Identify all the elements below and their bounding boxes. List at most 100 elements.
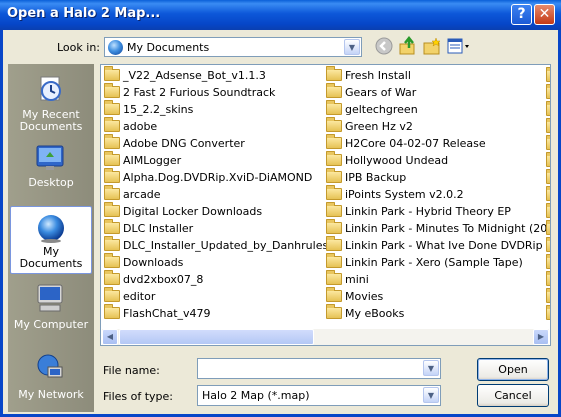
- folder-name: H2Core 04-02-07 Release: [345, 137, 486, 150]
- folder-item[interactable]: DLC Installer: [104, 219, 193, 237]
- folder-item[interactable]: _V22_Adsense_Bot_v1.1.3: [104, 66, 266, 84]
- folder-item[interactable]: Movies: [326, 287, 383, 305]
- folder-item[interactable]: geltechgreen: [326, 100, 418, 118]
- views-menu-icon[interactable]: [446, 36, 472, 56]
- folder-item[interactable]: Adobe DNG Converter: [104, 134, 245, 152]
- folder-item[interactable]: Gears of War: [326, 83, 416, 101]
- folder-icon: [104, 304, 120, 319]
- files-of-type-dropdown[interactable]: Halo 2 Map (*.map) ▼: [197, 385, 441, 406]
- folder-item[interactable]: H2Core 04-02-07 Release: [326, 134, 486, 152]
- folder-icon[interactable]: [546, 84, 550, 99]
- folder-item[interactable]: arcade: [104, 185, 161, 203]
- folder-icon[interactable]: [546, 169, 550, 184]
- folder-item[interactable]: Alpha.Dog.DVDRip.XviD-DiAMOND: [104, 168, 313, 186]
- file-list[interactable]: _V22_Adsense_Bot_v1.1.3 2 Fast 2 Furious …: [100, 64, 551, 346]
- files-of-type-label: Files of type:: [103, 390, 174, 403]
- folder-name: editor: [123, 290, 156, 303]
- new-folder-icon[interactable]: [422, 36, 442, 56]
- up-folder-icon[interactable]: [398, 35, 418, 56]
- place-my-recent-documents[interactable]: My Recent Documents: [10, 68, 92, 136]
- scroll-thumb[interactable]: [119, 329, 314, 345]
- file-name-label: File name:: [103, 364, 160, 377]
- folder-item[interactable]: Linkin Park - Hybrid Theory EP: [326, 202, 511, 220]
- folder-icon[interactable]: [546, 237, 550, 252]
- folder-icon: [104, 83, 120, 98]
- folder-icon[interactable]: [546, 152, 550, 167]
- scroll-right-icon[interactable]: ▶: [533, 329, 549, 345]
- place-my-network[interactable]: My Network: [10, 346, 92, 414]
- folder-item[interactable]: Fresh Install: [326, 66, 411, 84]
- help-button[interactable]: ?: [511, 4, 532, 25]
- folder-icon[interactable]: [546, 271, 550, 286]
- place-my-computer[interactable]: My Computer: [10, 276, 92, 344]
- folder-item[interactable]: Digital Locker Downloads: [104, 202, 262, 220]
- folder-icon: [326, 219, 342, 234]
- folder-name: Downloads: [123, 256, 184, 269]
- files-of-type-value: Halo 2 Map (*.map): [202, 389, 310, 402]
- folder-item[interactable]: Linkin Park - Xero (Sample Tape): [326, 253, 523, 271]
- folder-icon[interactable]: [546, 254, 550, 269]
- folder-item[interactable]: Green Hz v2: [326, 117, 413, 135]
- folder-name: FlashChat_v479: [123, 307, 211, 320]
- folder-icon[interactable]: [546, 288, 550, 303]
- folder-item[interactable]: dvd2xbox07_8: [104, 270, 204, 288]
- folder-item[interactable]: AIMLogger: [104, 151, 181, 169]
- folder-item[interactable]: Linkin Park - What Ive Done DVDRip: [326, 236, 543, 254]
- chevron-down-icon[interactable]: ▼: [344, 39, 360, 55]
- folder-item[interactable]: FlashChat_v479: [104, 304, 211, 322]
- places-bar: My Recent Documents Desktop My Documents: [8, 64, 94, 412]
- place-label: Documents: [19, 120, 83, 133]
- folder-icon[interactable]: [546, 67, 550, 82]
- folder-icon[interactable]: [546, 305, 550, 320]
- folder-icon: [326, 270, 342, 285]
- title-bar[interactable]: Open a Halo 2 Map... ? ✕: [0, 0, 561, 30]
- folder-icon: [326, 117, 342, 132]
- close-button[interactable]: ✕: [534, 4, 555, 25]
- cancel-button[interactable]: Cancel: [477, 384, 549, 407]
- folder-name: My eBooks: [345, 307, 405, 320]
- place-label: My Network: [18, 388, 84, 401]
- folder-item[interactable]: IPB Backup: [326, 168, 406, 186]
- my-computer-icon: [37, 284, 63, 312]
- folder-icon: [104, 117, 120, 132]
- folder-icon[interactable]: [546, 203, 550, 218]
- folder-item[interactable]: 2 Fast 2 Furious Soundtrack: [104, 83, 275, 101]
- folder-name: dvd2xbox07_8: [123, 273, 204, 286]
- folder-icon[interactable]: [546, 220, 550, 235]
- folder-name: Alpha.Dog.DVDRip.XviD-DiAMOND: [123, 171, 313, 184]
- folder-icon: [326, 151, 342, 166]
- folder-item[interactable]: Hollywood Undead: [326, 151, 448, 169]
- folder-item[interactable]: iPoints System v2.0.2: [326, 185, 464, 203]
- back-icon[interactable]: [374, 37, 394, 57]
- place-desktop[interactable]: Desktop: [10, 136, 92, 204]
- folder-item[interactable]: adobe: [104, 117, 157, 135]
- folder-name: _V22_Adsense_Bot_v1.1.3: [123, 69, 266, 82]
- folder-item[interactable]: Linkin Park - Minutes To Midnight (2007): [326, 219, 550, 237]
- look-in-dropdown[interactable]: My Documents ▼: [104, 37, 362, 57]
- look-in-value: My Documents: [127, 41, 210, 54]
- folder-item[interactable]: Downloads: [104, 253, 184, 271]
- scroll-left-icon[interactable]: ◀: [102, 329, 118, 345]
- folder-item[interactable]: DLC_Installer_Updated_by_Danhrules: [104, 236, 328, 254]
- folder-item[interactable]: editor: [104, 287, 156, 305]
- my-network-icon: [37, 354, 63, 378]
- folder-icon[interactable]: [546, 101, 550, 116]
- place-label: Desktop: [28, 176, 74, 189]
- folder-icon: [104, 134, 120, 149]
- folder-icon: [104, 151, 120, 166]
- folder-name: Linkin Park - Hybrid Theory EP: [345, 205, 511, 218]
- folder-icon[interactable]: [546, 118, 550, 133]
- folder-icon: [326, 83, 342, 98]
- chevron-down-icon[interactable]: ▼: [423, 387, 439, 403]
- place-my-documents[interactable]: My Documents: [10, 206, 92, 274]
- open-button[interactable]: Open: [477, 358, 549, 381]
- horizontal-scrollbar[interactable]: ◀ ▶: [102, 329, 549, 345]
- chevron-down-icon[interactable]: ▼: [423, 360, 439, 376]
- file-name-field[interactable]: ▼: [197, 358, 441, 379]
- folder-icon[interactable]: [546, 186, 550, 201]
- folder-icon: [104, 236, 120, 251]
- folder-item[interactable]: mini: [326, 270, 369, 288]
- folder-item[interactable]: My eBooks: [326, 304, 405, 322]
- folder-item[interactable]: 15_2.2_skins: [104, 100, 193, 118]
- folder-icon[interactable]: [546, 135, 550, 150]
